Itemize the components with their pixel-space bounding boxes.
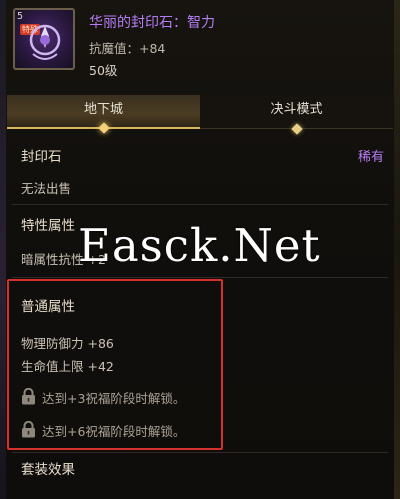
tab-pvp-label: 决斗模式 [270,102,323,117]
item-name: 华丽的封印石：智力 [89,15,215,31]
watermark-text: Easck.Net [78,219,321,272]
mode-tabs: 地下城 决斗模式 [7,95,393,135]
tab-dungeon[interactable]: 地下城 [7,95,200,134]
item-main-stat: 抗魔值：+84 [89,41,166,56]
tab-dungeon-label: 地下城 [83,102,123,117]
section-divider [12,204,388,205]
tab-diamond-icon [290,123,303,135]
active-tab-diamond-icon [97,122,110,134]
section-divider [12,277,388,278]
item-level: 50级 [89,63,118,78]
set-effect-title: 套装效果 [21,462,75,478]
seal-stone-item-icon[interactable]: 5 特殊 [13,8,75,70]
annotation-highlight-box [7,279,223,450]
item-type-title: 封印石 [21,149,62,165]
grade-badge: 5 [17,11,24,22]
item-tooltip-panel: 5 特殊 华丽的封印石：智力 抗魔值：+84 50级 地下城 决斗模式 封印石 … [0,0,400,499]
rarity-label: 稀有 [357,150,384,165]
special-attributes-title: 特性属性 [21,218,75,234]
section-divider [12,452,388,453]
seal-emblem-icon [29,24,61,60]
tab-pvp[interactable]: 决斗模式 [200,95,393,135]
sell-restriction-text: 无法出售 [21,181,72,196]
